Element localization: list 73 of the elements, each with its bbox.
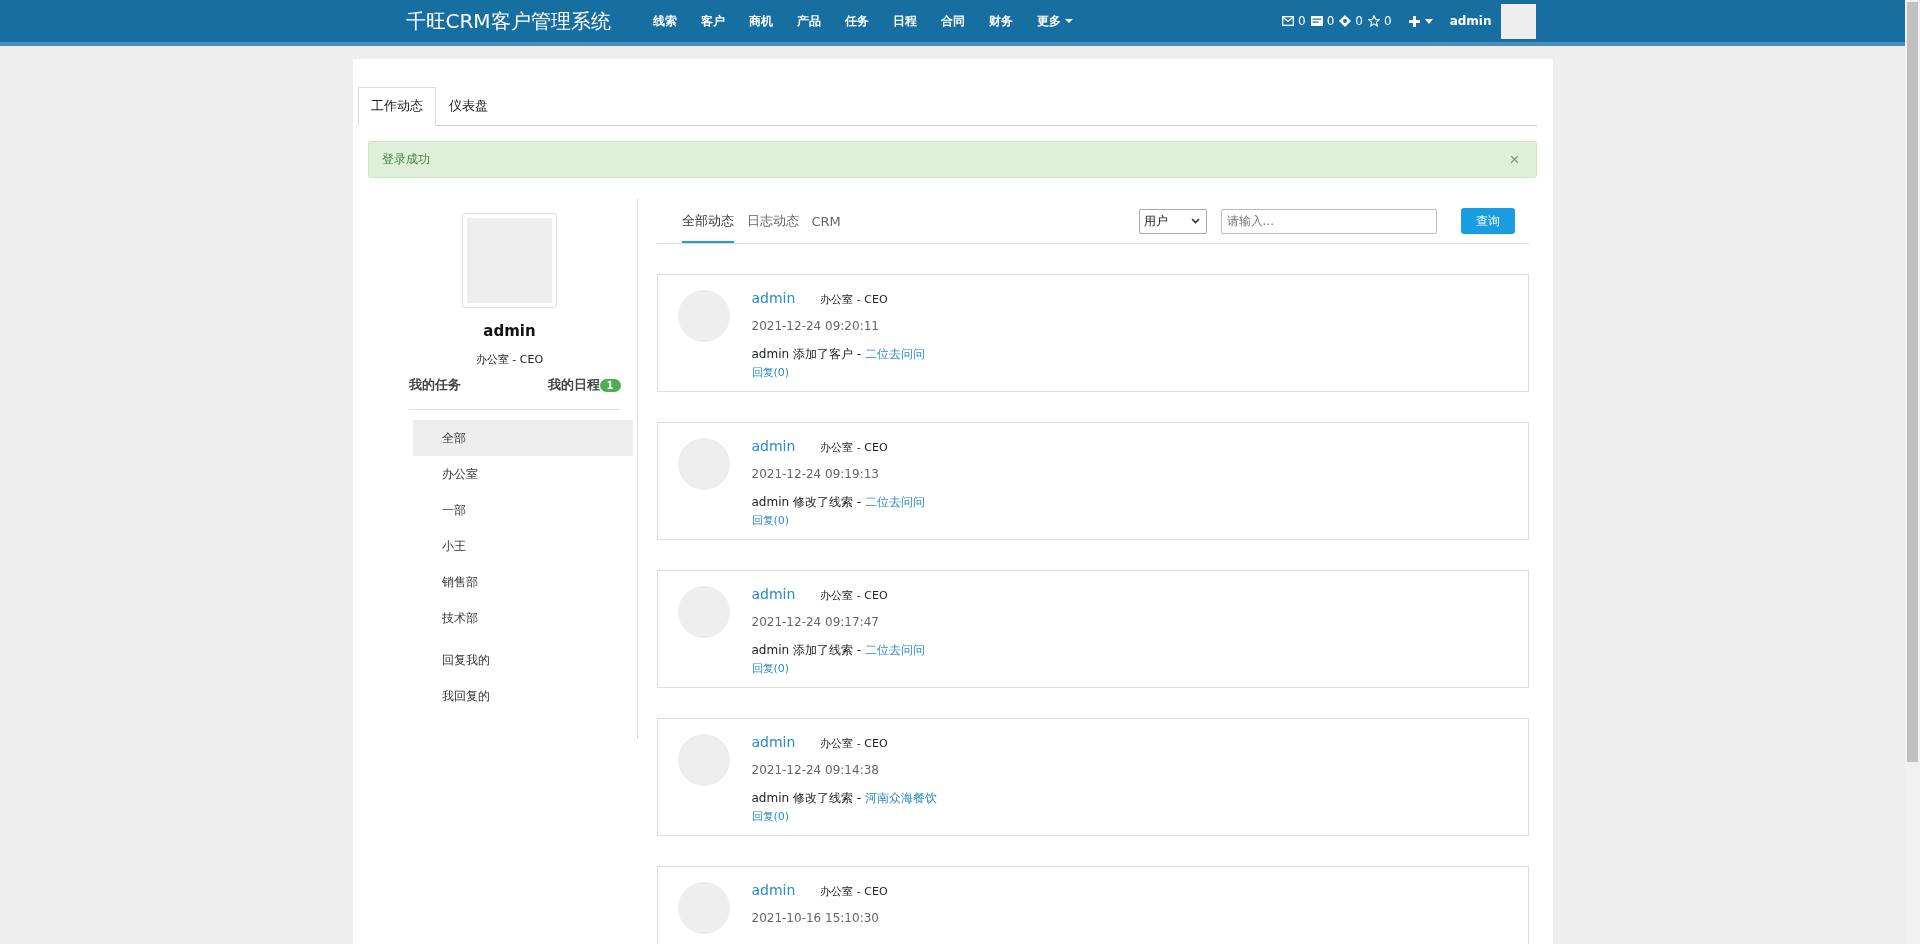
plus-icon[interactable] [1408, 15, 1420, 27]
chevron-down-icon [1190, 218, 1200, 224]
record-link[interactable]: 二位去问问 [864, 347, 925, 361]
activity-text: admin 修改了线索 - 二位去问问 [751, 494, 925, 511]
filter-item[interactable]: 小王 [413, 528, 633, 564]
reply-link[interactable]: 回复(0) [751, 365, 925, 380]
filter-item[interactable]: 技术部 [413, 600, 633, 636]
department-text: 办公室 - CEO [820, 736, 888, 751]
filter-item[interactable]: 一部 [413, 492, 633, 528]
activity-text: admin 添加了客户 - 二位去问问 [751, 346, 925, 363]
record-link[interactable]: 河南众海餐饮 [864, 791, 937, 805]
feed-tab[interactable]: CRM [811, 199, 841, 243]
reply-link[interactable]: 回复(0) [751, 661, 925, 676]
timestamp: 2021-12-24 09:19:13 [751, 467, 880, 481]
user-link[interactable]: admin [751, 586, 796, 602]
reply-link[interactable]: 回复(0) [751, 809, 937, 824]
timestamp: 2021-12-24 09:14:38 [751, 763, 880, 777]
tab[interactable]: 工作动态 [357, 87, 436, 126]
card-icon[interactable] [1310, 16, 1323, 26]
user-link[interactable]: admin [751, 438, 796, 454]
user-link[interactable]: admin [751, 734, 796, 750]
brand-title[interactable]: 千旺CRM客户管理系统 [405, 7, 611, 35]
timestamp: 2021-10-16 15:10:30 [751, 911, 880, 925]
nav-menu-item[interactable]: 更多 [1024, 12, 1085, 30]
count-badge: 1 [599, 378, 621, 392]
department-text: 办公室 - CEO [820, 588, 888, 603]
feed-tab[interactable]: 全部动态 [681, 199, 734, 243]
star-icon[interactable] [1368, 15, 1380, 27]
user-name[interactable]: admin [1449, 14, 1492, 28]
nav-menu-item[interactable]: 产品 [784, 12, 833, 30]
nav-menu-item[interactable]: 商机 [736, 12, 785, 30]
filter-item[interactable]: 销售部 [413, 564, 633, 600]
timestamp: 2021-12-24 09:17:47 [751, 615, 880, 629]
query-button[interactable]: 查询 [1460, 208, 1515, 234]
profile-link[interactable]: 我的任务 [408, 376, 461, 394]
nav-menu-item[interactable]: 财务 [976, 12, 1025, 30]
profile-link[interactable]: 我的日程 [547, 376, 600, 394]
counter-value: 0 [1355, 14, 1363, 28]
department-text: 办公室 - CEO [820, 440, 888, 455]
filter-item[interactable]: 回复我的 [413, 642, 633, 678]
profile-department: 办公室 - CEO [475, 352, 544, 367]
avatar-placeholder[interactable] [1500, 3, 1536, 39]
activity-text: admin 修改了线索 - 河南众海餐饮 [751, 790, 937, 807]
envelope-icon[interactable] [1282, 16, 1295, 26]
department-text: 办公室 - CEO [820, 292, 888, 307]
filter-item[interactable]: 办公室 [413, 456, 633, 492]
nav-menu-item[interactable]: 任务 [832, 12, 881, 30]
user-link[interactable]: admin [751, 882, 796, 898]
filter-item[interactable]: 全部 [413, 420, 633, 456]
nav-menu-item[interactable]: 合同 [928, 12, 977, 30]
tab[interactable]: 仪表盘 [435, 87, 501, 126]
user-link[interactable]: admin [751, 290, 796, 306]
alert-message: 登录成功 [381, 151, 430, 168]
nav-menu-item[interactable]: 线索 [640, 12, 689, 30]
timestamp: 2021-12-24 09:20:11 [751, 319, 880, 333]
search-field[interactable]: 请输入... [1220, 208, 1437, 234]
diamond-icon[interactable] [1339, 15, 1352, 27]
nav-menu-item[interactable]: 日程 [880, 12, 929, 30]
counter-value: 0 [1384, 14, 1392, 28]
caret-icon[interactable] [1424, 18, 1433, 24]
feed-tab[interactable]: 日志动态 [746, 199, 799, 243]
record-link[interactable]: 二位去问问 [864, 495, 925, 509]
user-select[interactable]: 用户 [1138, 208, 1207, 234]
profile-name: admin [483, 322, 536, 340]
activity-text: admin 添加了线索 - 二位去问问 [751, 642, 925, 659]
close-button[interactable]: × [1505, 149, 1524, 170]
nav-menu-item[interactable]: 客户 [688, 12, 737, 30]
record-link[interactable]: 二位去问问 [864, 643, 925, 657]
counter-value: 0 [1298, 14, 1306, 28]
reply-link[interactable]: 回复(0) [751, 513, 925, 528]
counter-value: 0 [1326, 14, 1335, 28]
filter-item[interactable]: 我回复的 [413, 678, 633, 714]
department-text: 办公室 - CEO [820, 884, 888, 899]
